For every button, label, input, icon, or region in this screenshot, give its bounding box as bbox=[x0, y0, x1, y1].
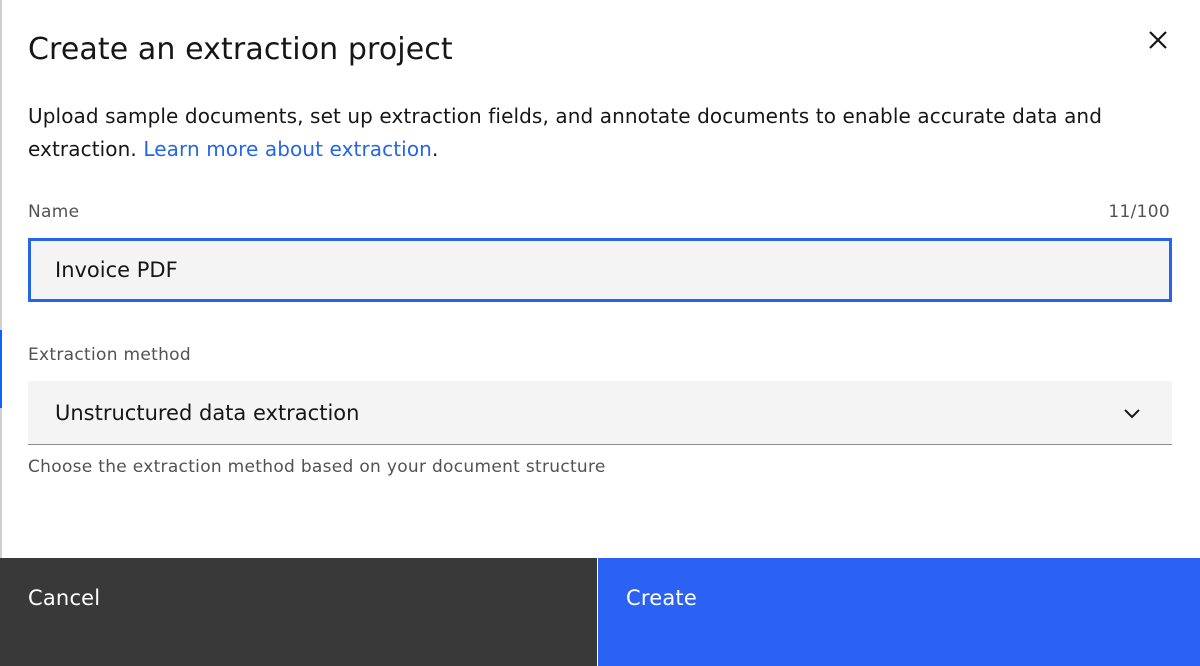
extraction-method-helper-text: Choose the extraction method based on yo… bbox=[28, 457, 606, 477]
background-accent-bar bbox=[0, 330, 2, 408]
close-icon bbox=[1149, 31, 1167, 49]
extraction-method-select[interactable]: Unstructured data extraction bbox=[28, 381, 1172, 445]
extraction-method-value: Unstructured data extraction bbox=[55, 401, 360, 425]
modal-description: Upload sample documents, set up extracti… bbox=[28, 100, 1178, 166]
create-button[interactable]: Create bbox=[598, 558, 1200, 666]
learn-more-link[interactable]: Learn more about extraction bbox=[143, 137, 432, 161]
name-input[interactable] bbox=[28, 238, 1172, 302]
chevron-down-icon bbox=[1124, 409, 1140, 419]
description-period: . bbox=[431, 137, 439, 161]
cancel-button[interactable]: Cancel bbox=[0, 558, 598, 666]
modal-title: Create an extraction project bbox=[28, 32, 453, 67]
modal-footer: Cancel Create bbox=[0, 558, 1200, 666]
name-character-counter: 11/100 bbox=[1108, 202, 1170, 222]
close-button[interactable] bbox=[1138, 20, 1178, 60]
name-label: Name bbox=[28, 202, 80, 222]
create-project-modal: Create an extraction project Upload samp… bbox=[0, 0, 1200, 666]
extraction-method-label: Extraction method bbox=[28, 345, 191, 365]
